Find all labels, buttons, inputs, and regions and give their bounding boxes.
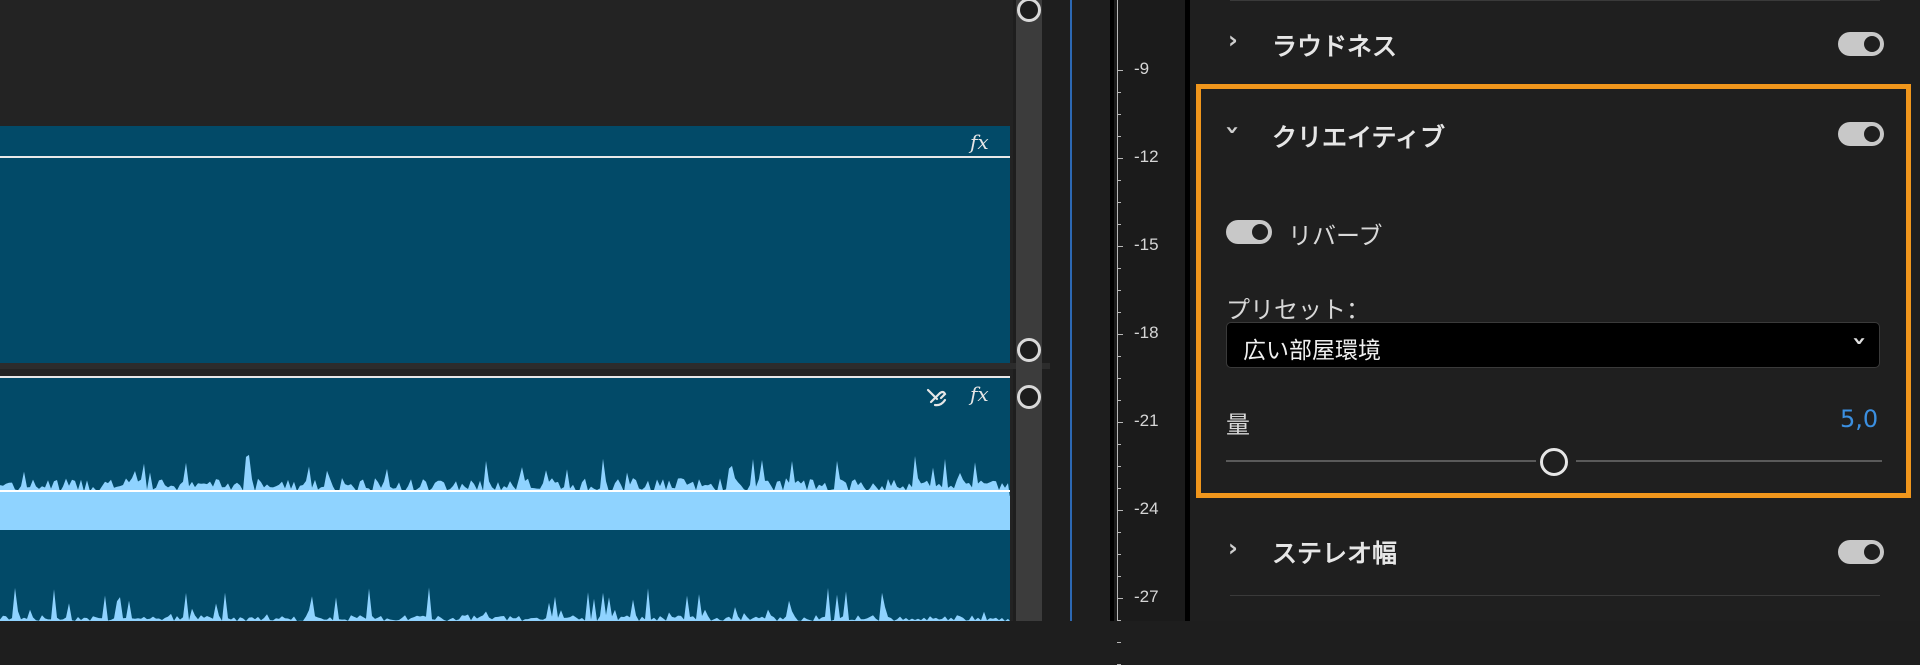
meter-tick: [1117, 334, 1123, 335]
creative-section-highlight: [1196, 84, 1911, 498]
meter-edge-left: [1110, 0, 1114, 621]
meter-tick-label: -24: [1134, 499, 1159, 518]
meter-minor-tick: [1117, 202, 1121, 203]
meter-minor-tick: [1117, 554, 1121, 555]
meter-minor-tick: [1117, 136, 1121, 137]
panel-border: [1070, 0, 1072, 621]
clip-volume-line: [0, 490, 1010, 492]
scroll-handle-top[interactable]: [1017, 0, 1041, 22]
meter-minor-tick: [1117, 444, 1121, 445]
meter-tick: [1117, 510, 1123, 511]
meter-minor-tick: [1117, 400, 1121, 401]
audio-meter: [1110, 0, 1192, 621]
timeline-track-area[interactable]: fx fx: [0, 0, 1050, 621]
audio-clip-upper[interactable]: fx: [0, 126, 1010, 366]
meter-tick-label: -15: [1134, 235, 1159, 254]
meter-tick-label: -9: [1134, 59, 1150, 78]
meter-minor-tick: [1117, 378, 1121, 379]
meter-minor-tick: [1117, 224, 1121, 225]
section-divider: [1230, 0, 1880, 1]
meter-minor-tick: [1117, 356, 1121, 357]
waveform-band: [0, 496, 1010, 530]
track-divider: [0, 363, 1050, 369]
chevron-right-icon[interactable]: ›: [1228, 534, 1238, 562]
meter-tick: [1117, 422, 1123, 423]
section-divider: [1230, 595, 1880, 596]
fx-badge[interactable]: fx: [970, 130, 989, 154]
meter-minor-tick: [1117, 312, 1121, 313]
section-title-stereo-width[interactable]: ステレオ幅: [1272, 534, 1397, 570]
meter-minor-tick: [1117, 268, 1121, 269]
meter-minor-tick: [1117, 642, 1121, 643]
meter-tick-label: -12: [1134, 147, 1159, 166]
audio-waveform: [0, 454, 1010, 621]
stereo-width-toggle[interactable]: [1838, 540, 1884, 564]
meter-minor-tick: [1117, 488, 1121, 489]
audio-clip-lower[interactable]: fx: [0, 376, 1010, 621]
meter-tick-label: -27: [1134, 587, 1159, 606]
meter-minor-tick: [1117, 576, 1121, 577]
meter-tick: [1117, 598, 1123, 599]
loudness-toggle[interactable]: [1838, 32, 1884, 56]
meter-tick-label: -18: [1134, 323, 1159, 342]
meter-minor-tick: [1117, 180, 1121, 181]
timeline-zoom-scrollbar[interactable]: [1016, 0, 1042, 621]
meter-minor-tick: [1117, 532, 1121, 533]
scroll-handle-bottom[interactable]: [1017, 338, 1041, 362]
meter-tick: [1117, 70, 1123, 71]
meter-tick: [1117, 158, 1123, 159]
waveform-peaks-lower: [0, 587, 1010, 621]
meter-minor-tick: [1117, 466, 1121, 467]
meter-tick-label: -21: [1134, 411, 1159, 430]
clip-volume-line[interactable]: [0, 156, 1010, 158]
meter-minor-tick: [1117, 290, 1121, 291]
scroll-handle-lower-track[interactable]: [1017, 385, 1041, 409]
chevron-right-icon[interactable]: ›: [1228, 26, 1238, 54]
section-title-loudness[interactable]: ラウドネス: [1272, 27, 1397, 63]
meter-tick: [1117, 246, 1123, 247]
meter-minor-tick: [1117, 92, 1121, 93]
meter-minor-tick: [1117, 114, 1121, 115]
meter-axis: [1117, 0, 1118, 621]
